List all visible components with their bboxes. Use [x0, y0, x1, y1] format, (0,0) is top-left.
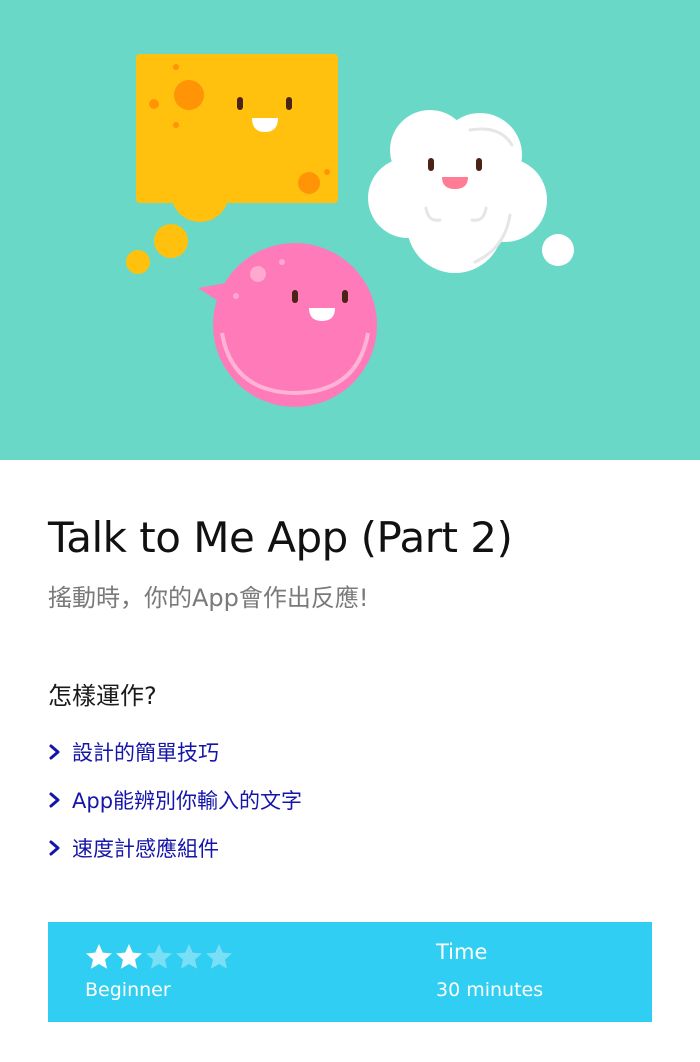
- difficulty-level: Beginner: [85, 979, 171, 1001]
- chevron-right-icon: [48, 837, 70, 859]
- lesson-title: Talk to Me App (Part 2): [48, 513, 513, 562]
- white-cloud-character: [368, 110, 574, 273]
- chevron-right-icon: [48, 741, 70, 763]
- how-it-works-heading: 怎樣運作?: [48, 682, 157, 710]
- yellow-bubble-character: [126, 54, 338, 274]
- feature-item-design-tips[interactable]: 設計的簡單技巧: [48, 728, 302, 776]
- feature-item-text-recognition[interactable]: App能辨別你輸入的文字: [48, 776, 302, 824]
- lesson-info-bar: Beginner Time 30 minutes: [48, 922, 652, 1022]
- feature-label: 速度計感應組件: [72, 837, 219, 861]
- hero-illustration: [0, 0, 700, 460]
- chevron-right-icon: [48, 789, 70, 811]
- star-filled-icon: [114, 942, 144, 972]
- star-empty-icon: [174, 942, 204, 972]
- feature-label: 設計的簡單技巧: [72, 741, 219, 765]
- difficulty-rating: [84, 942, 234, 972]
- time-value: 30 minutes: [436, 979, 544, 1001]
- lesson-subtitle: 搖動時，你的App會作出反應!: [48, 584, 369, 612]
- feature-item-accelerometer[interactable]: 速度計感應組件: [48, 824, 302, 872]
- star-empty-icon: [204, 942, 234, 972]
- chat-characters-illustration: [126, 54, 574, 407]
- feature-label: App能辨別你輸入的文字: [72, 789, 303, 813]
- star-empty-icon: [144, 942, 174, 972]
- star-filled-icon: [84, 942, 114, 972]
- pink-bubble-character: [198, 243, 377, 407]
- feature-list: 設計的簡單技巧 App能辨別你輸入的文字 速度計感應組件: [48, 728, 302, 872]
- time-label: Time: [436, 940, 488, 964]
